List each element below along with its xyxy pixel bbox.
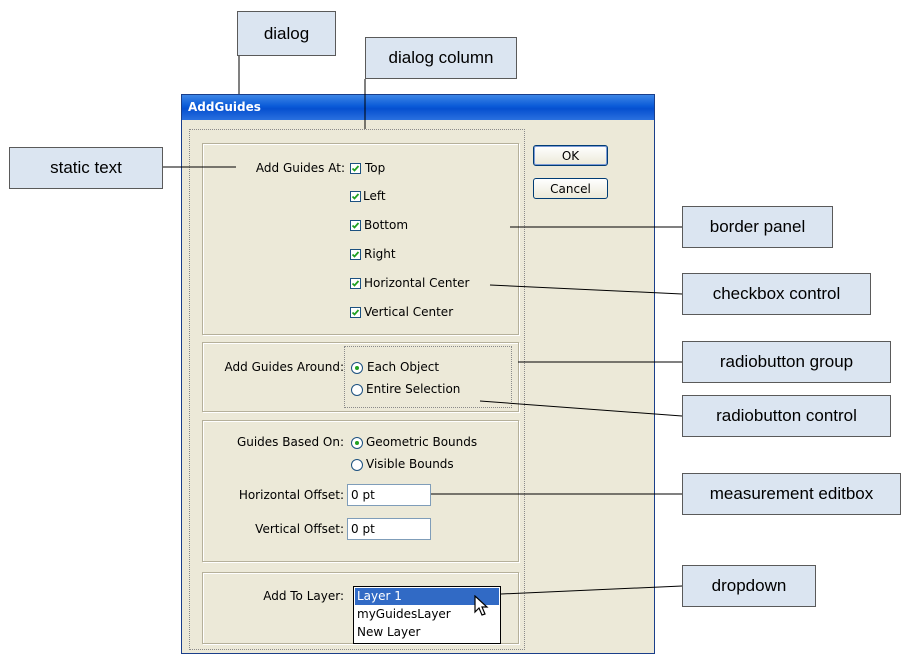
callout-measurement-editbox: measurement editbox <box>682 473 901 515</box>
callout-checkbox-control: checkbox control <box>682 273 871 315</box>
callout-radiobutton-control: radiobutton control <box>682 395 891 437</box>
callout-dialog-column: dialog column <box>365 37 517 79</box>
callout-border-panel: border panel <box>682 206 833 248</box>
callout-radiobutton-group: radiobutton group <box>682 341 891 383</box>
callout-dropdown: dropdown <box>682 565 816 607</box>
callout-connector-lines <box>163 40 683 595</box>
callout-dialog: dialog <box>237 11 336 56</box>
callout-static-text: static text <box>9 147 163 189</box>
